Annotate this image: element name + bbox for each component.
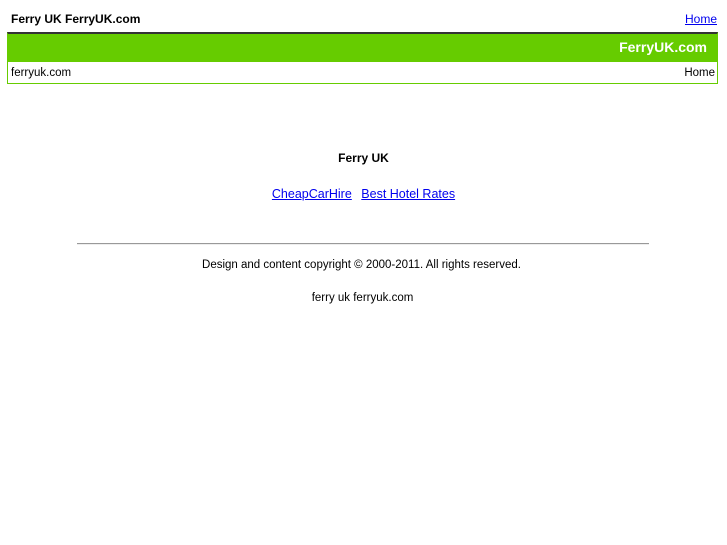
- header-home-item[interactable]: Home: [684, 67, 715, 80]
- footer-divider: [77, 243, 649, 245]
- site-heading: Ferry UK FerryUK.com: [11, 12, 141, 26]
- cheapcarhire-link[interactable]: CheapCarHire: [272, 187, 352, 201]
- top-home-link[interactable]: Home: [685, 12, 717, 26]
- footer-keywords: ferry uk ferryuk.com: [311, 292, 414, 304]
- brand-title: FerryUK.com: [619, 39, 707, 55]
- copyright-text: Design and content copyright © 2000-2011…: [202, 259, 521, 271]
- top-bar: Ferry UK FerryUK.com Home: [8, 7, 719, 29]
- best-hotel-rates-link[interactable]: Best Hotel Rates: [361, 187, 455, 201]
- page: Ferry UK FerryUK.com Home FerryUK.com fe…: [0, 0, 727, 545]
- domain-label: ferryuk.com: [11, 67, 72, 79]
- site-header: FerryUK.com ferryuk.com Home: [7, 32, 718, 84]
- header-subrow: ferryuk.com Home: [8, 62, 717, 84]
- page-title: Ferry UK: [338, 151, 389, 165]
- brand-band: FerryUK.com: [8, 34, 717, 62]
- partner-links: CheapCarHire Best Hotel Rates: [0, 187, 727, 202]
